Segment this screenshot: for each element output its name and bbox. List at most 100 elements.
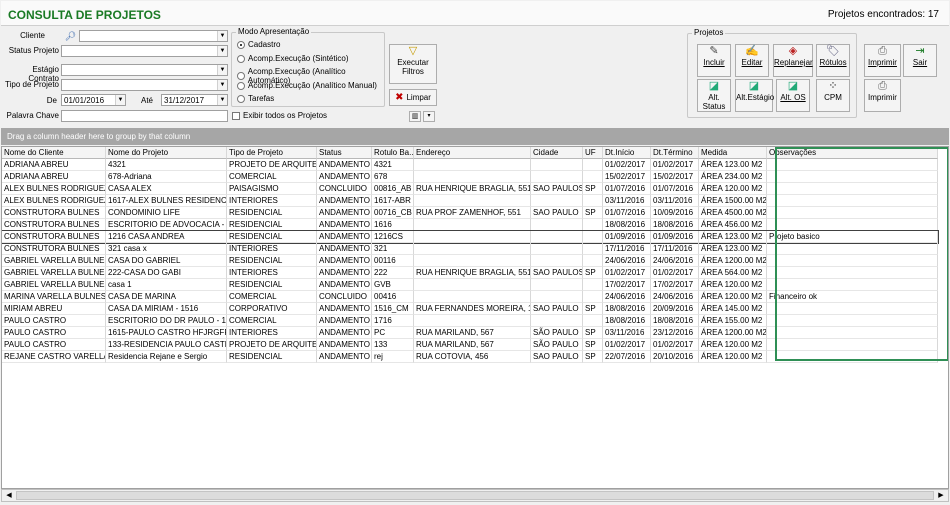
column-header[interactable]: Status [317,147,372,159]
chevron-down-icon[interactable]: ▼ [217,65,227,75]
table-cell: ANDAMENTO [317,207,372,219]
horizontal-scrollbar[interactable]: ◀ ▶ [1,489,949,502]
column-header[interactable]: Observações [767,147,938,159]
alt-estagio-button[interactable]: ◪ Alt.Estágio [735,79,774,112]
table-cell [767,207,938,219]
replanejar-button[interactable]: ◈ Replanejar [773,44,813,77]
sair-button[interactable]: ⇥ Sair [903,44,937,77]
table-cell: 01/09/2016 [651,231,699,243]
table-row[interactable]: GABRIEL VARELLA BULNES casa 1 RESIDENCIAL A… [2,279,938,291]
table-cell: CASA DO GABRIEL [106,255,227,267]
search-icon[interactable]: 🔎︎ [64,30,77,42]
imprimir-secondary-button[interactable]: ⎙ Imprimir [864,79,901,112]
column-header[interactable]: Tipo de Projeto [227,147,317,159]
cliente-combo[interactable]: ▼ [79,30,228,42]
chevron-down-icon[interactable]: ▼ [115,95,125,105]
incluir-button[interactable]: ✎ Incluir [697,44,731,77]
column-header[interactable]: Endereço [414,147,531,159]
table-header[interactable]: Nome do Cliente Nome do Projeto Tipo de Pr… [2,147,938,159]
de-label: De [46,96,57,105]
table-cell: GABRIEL VARELLA BULNES [2,279,106,291]
column-header[interactable]: Cidade [531,147,583,159]
table-cell: RUA PROF ZAMENHOF, 551 [414,207,531,219]
limpar-button[interactable]: ✖ Limpar [389,89,437,106]
radio-sintetico[interactable]: Acomp.Execução (Sintético) [237,54,349,63]
table-row[interactable]: MIRIAM ABREU CASA DA MIRIAM - 1516 CORPORA… [2,303,938,315]
table-cell: ÁREA 120.00 M2 [699,183,767,195]
table-row[interactable]: PAULO CASTRO 1615-PAULO CASTRO HFJRGFRG IN… [2,327,938,339]
table-row[interactable]: ADRIANA ABREU 4321 PROJETO DE ARQUITET ANDA… [2,159,938,171]
table-cell: RUA MARILAND, 567 [414,339,531,351]
table-row[interactable]: CONSTRUTORA BULNES CONDOMINIO LIFE RESIDEN… [2,207,938,219]
table-cell: ÁREA 123.00 M2 [699,243,767,255]
column-header[interactable]: Nome do Projeto [106,147,227,159]
date-from[interactable]: 01/01/2016 ▼ [61,94,126,106]
radio-analitico-manual[interactable]: Acomp.Execução (Analítico Manual) [237,81,377,90]
column-header[interactable]: UF [583,147,603,159]
columns-dropdown-button[interactable]: ▾ [423,111,435,122]
table-cell: PROJETO DE ARQUITET [227,159,317,171]
scroll-right-icon[interactable]: ▶ [935,490,947,501]
table-cell [531,315,583,327]
column-header[interactable]: Dt.Término [651,147,699,159]
title-bar: CONSULTA DE PROJETOS Projetos encontrado… [1,1,949,26]
scroll-left-icon[interactable]: ◀ [3,490,15,501]
table-cell: 01/02/2017 [603,267,651,279]
executar-filtros-button[interactable]: ▽ Executar Filtros [389,44,437,84]
scroll-thumb[interactable] [16,491,934,500]
table-row[interactable]: GABRIEL VARELLA BULNES CASA DO GABRIEL RES… [2,255,938,267]
radio-tarefas[interactable]: Tarefas [237,94,274,103]
table-cell: 15/02/2017 [651,171,699,183]
table-row[interactable]: ADRIANA ABREU 678-Adriana COMERCIAL ANDAMEN… [2,171,938,183]
editar-button[interactable]: ✍ Editar [735,44,769,77]
imprimir-button[interactable]: ⎙ Imprimir [864,44,901,77]
column-header[interactable]: Dt.Início [603,147,651,159]
alt-status-button[interactable]: ◪ Alt. Status [697,79,731,112]
table-row[interactable]: PAULO CASTRO 133-RESIDENCIA PAULO CASTRO P… [2,339,938,351]
rotulos-button[interactable]: 🏷︎ Rótulos [816,44,850,77]
filters-panel: Cliente 🔎︎ ▼ Status Projeto ▼ Estágio Co… [1,27,949,126]
table-row[interactable]: REJANE CASTRO VARELLA Residencia Rejane e… [2,351,938,363]
estagio-combo[interactable]: ▼ [61,64,228,76]
palavra-chave-input[interactable] [61,110,228,122]
tipo-combo[interactable]: ▼ [61,79,228,91]
table-cell: SP [583,339,603,351]
table-cell [583,159,603,171]
radio-cadastro[interactable]: Cadastro [237,40,280,49]
table-cell: COMERCIAL [227,171,317,183]
table-row[interactable]: GABRIEL VARELLA BULNES 222-CASA DO GABI IN… [2,267,938,279]
chevron-down-icon[interactable]: ▼ [217,31,227,41]
column-header[interactable]: Rotulo Ba... [372,147,414,159]
date-to[interactable]: 31/12/2017 ▼ [161,94,228,106]
table-row[interactable]: CONSTRUTORA BULNES 1216 CASA ANDREA RESIDE… [2,230,939,244]
columns-icon[interactable]: ▥ [409,111,421,122]
chevron-down-icon[interactable]: ▼ [217,46,227,56]
table-cell [414,219,531,231]
cpm-button[interactable]: ⁘ CPM [816,79,850,112]
table-cell: 24/06/2016 [651,291,699,303]
column-header[interactable]: Nome do Cliente [2,147,106,159]
chevron-down-icon[interactable]: ▼ [217,80,227,90]
chevron-down-icon[interactable]: ▼ [217,95,227,105]
group-by-bar[interactable]: Drag a column header here to group by th… [1,128,949,145]
table-cell [414,231,531,243]
status-combo[interactable]: ▼ [61,45,228,57]
table-row[interactable]: PAULO CASTRO ESCRITORIO DO DR PAULO - 171… [2,315,938,327]
table-cell: 03/11/2016 [603,195,651,207]
table-cell: 20/10/2016 [651,351,699,363]
table-cell: MARINA VARELLA BULNES [2,291,106,303]
table-row[interactable]: MARINA VARELLA BULNES CASA DE MARINA COMER… [2,291,938,303]
table-row[interactable]: CONSTRUTORA BULNES 321 casa x INTERIORES AN… [2,243,938,255]
table-cell: 678 [372,171,414,183]
table-cell: INTERIORES [227,195,317,207]
table-row[interactable]: CONSTRUTORA BULNES ESCRITORIO DE ADVOCACI… [2,219,938,231]
column-header[interactable]: Medida [699,147,767,159]
table-cell [767,183,938,195]
table-row[interactable]: ALEX BULNES RODRIGUEZ CASA ALEX PAISAGISMO… [2,183,938,195]
exibir-todos-checkbox[interactable]: Exibir todos os Projetos [232,111,327,120]
alt-os-button[interactable]: ◪ Alt. OS [776,79,810,112]
table-cell: PAISAGISMO [227,183,317,195]
table-row[interactable]: ALEX BULNES RODRIGUEZ 1617-ALEX BULNES RE… [2,195,938,207]
table-cell: CONSTRUTORA BULNES [2,231,106,243]
table-cell: ÁREA 1200.00 M2 [699,255,767,267]
